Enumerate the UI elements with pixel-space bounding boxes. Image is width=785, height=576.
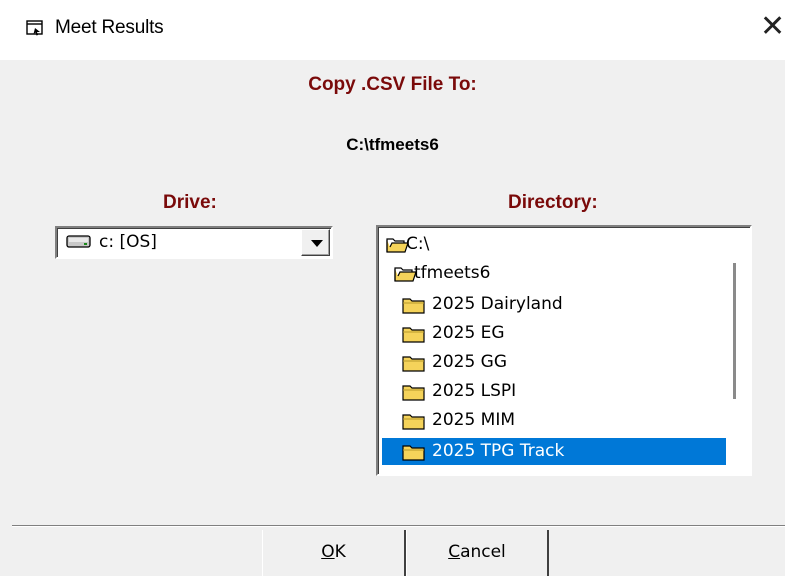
title-bar: Meet Results ✕ bbox=[0, 0, 785, 60]
folder-icon bbox=[402, 356, 425, 372]
folder-icon bbox=[402, 327, 425, 343]
drive-label: Drive: bbox=[163, 192, 217, 213]
folder-icon bbox=[402, 445, 425, 461]
list-item[interactable]: C:\ bbox=[378, 231, 726, 258]
cancel-label-rest: ancel bbox=[460, 542, 506, 562]
list-item-label: C:\ bbox=[406, 234, 430, 254]
list-item[interactable]: tfmeets6 bbox=[378, 260, 726, 287]
copy-heading: Copy .CSV File To: bbox=[308, 74, 477, 95]
list-item-label: 2025 EG bbox=[432, 323, 505, 343]
drive-select-value: c: [OS] bbox=[99, 232, 157, 252]
window-title: Meet Results bbox=[55, 17, 164, 38]
list-item-label: 2025 Dairyland bbox=[432, 294, 563, 314]
folder-icon bbox=[402, 298, 425, 314]
list-item-selected[interactable]: 2025 TPG Track bbox=[382, 438, 726, 465]
directory-label: Directory: bbox=[508, 192, 598, 213]
folder-icon bbox=[402, 414, 425, 430]
ok-button[interactable]: OK bbox=[262, 530, 406, 576]
list-item[interactable]: 2025 Dairyland bbox=[378, 291, 726, 318]
close-button[interactable]: ✕ bbox=[760, 12, 785, 46]
drive-select[interactable]: c: [OS] bbox=[55, 226, 333, 259]
list-item[interactable]: 2025 LSPI bbox=[378, 378, 726, 405]
chevron-down-icon bbox=[311, 240, 323, 247]
divider bbox=[12, 525, 785, 527]
hard-drive-icon bbox=[66, 235, 91, 248]
list-item[interactable]: 2025 GG bbox=[378, 349, 726, 376]
list-item-label: 2025 LSPI bbox=[432, 381, 517, 401]
close-icon: ✕ bbox=[760, 10, 785, 43]
directory-list[interactable]: C:\ tfmeets6 2025 Dairyland 2025 EG 2025… bbox=[376, 225, 752, 476]
list-item[interactable]: 2025 EG bbox=[378, 320, 726, 347]
cancel-button[interactable]: Cancel bbox=[406, 530, 549, 576]
window-app-icon bbox=[26, 20, 43, 36]
destination-path: C:\tfmeets6 bbox=[346, 135, 439, 154]
scrollbar-thumb[interactable] bbox=[733, 263, 736, 399]
folder-icon bbox=[402, 385, 425, 401]
ok-label-rest: K bbox=[334, 542, 346, 562]
list-item[interactable]: 2025 MIM bbox=[378, 407, 726, 434]
ok-mnemonic: O bbox=[321, 542, 335, 562]
cancel-mnemonic: C bbox=[448, 542, 461, 562]
list-item-label: 2025 GG bbox=[432, 352, 508, 372]
list-item-label: 2025 MIM bbox=[432, 410, 516, 430]
list-item-label: tfmeets6 bbox=[414, 263, 491, 283]
drive-dropdown-button[interactable] bbox=[301, 229, 330, 256]
list-item-label: 2025 TPG Track bbox=[432, 441, 565, 461]
